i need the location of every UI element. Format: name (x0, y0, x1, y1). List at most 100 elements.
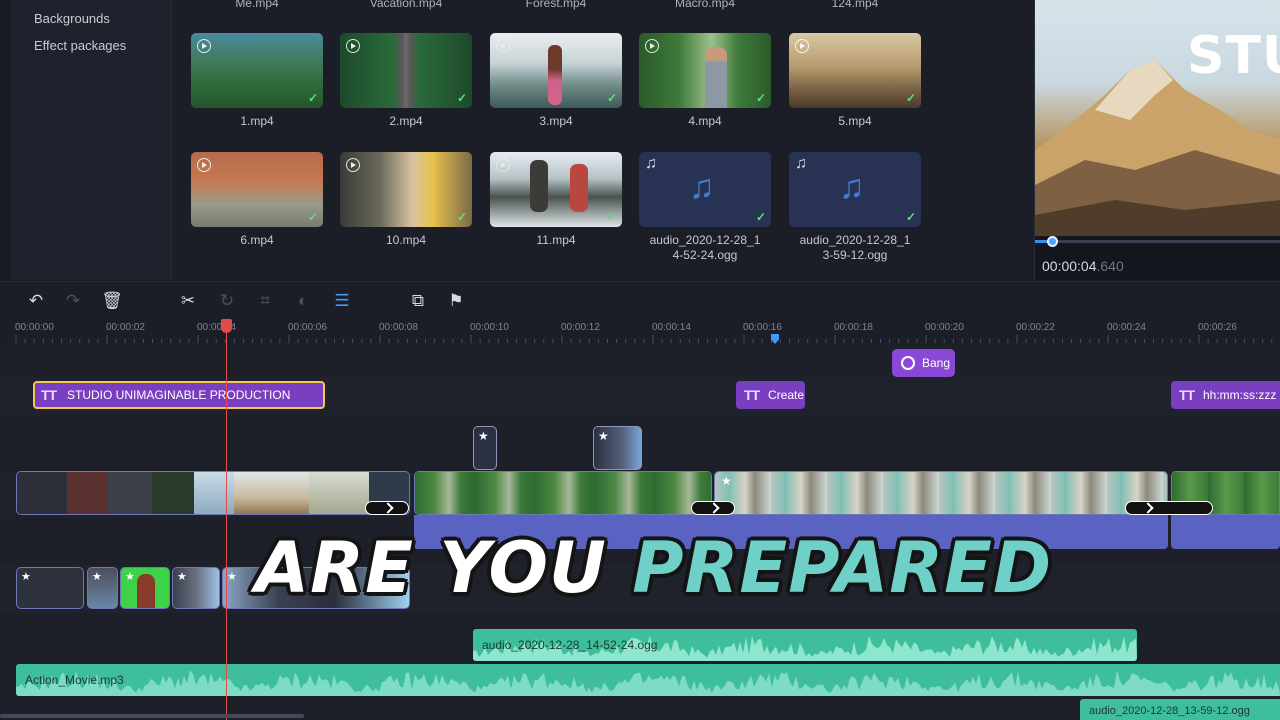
timeline-scrollbar[interactable] (0, 714, 304, 718)
clip-properties-icon[interactable]: ☰ (331, 290, 353, 312)
transition-marker[interactable] (691, 501, 735, 515)
ruler-label: 00:00:12 (561, 322, 600, 333)
overlay-clip[interactable]: ★ (16, 567, 84, 609)
overlay-clip[interactable]: ★ (120, 567, 170, 609)
star-icon: ★ (92, 571, 102, 583)
ruler-label: 00:00:02 (106, 322, 145, 333)
audio-clip[interactable]: audio_2020-12-28_13-59-12.ogg (1080, 699, 1280, 720)
media-thumbnail[interactable]: ✓ (490, 33, 622, 108)
title-clip[interactable]: TT hh:mm:ss:zzz (1171, 381, 1280, 409)
check-icon: ✓ (755, 210, 766, 224)
sidebar-item-backgrounds[interactable]: Backgrounds (34, 11, 110, 26)
video-clip[interactable] (414, 471, 712, 515)
star-icon: ★ (125, 571, 135, 583)
video-clip[interactable] (16, 471, 410, 515)
ruler-label: 00:00:22 (1016, 322, 1055, 333)
ruler-label: 00:00:18 (834, 322, 873, 333)
audio-clip[interactable]: Action_Movie.mp3 (16, 664, 1280, 696)
ruler-label: 00:00:08 (379, 322, 418, 333)
file-caption: Forest.mp4 (525, 0, 587, 10)
undo-icon[interactable]: ↶ (25, 290, 47, 312)
play-icon (197, 158, 211, 172)
overlay-icon[interactable]: ⧉ (407, 290, 429, 312)
title-clip[interactable]: TT STUDIO UNIMAGINABLE PRODUCTION (33, 381, 325, 409)
check-icon: ✓ (905, 210, 916, 224)
file-caption: audio_2020-12-28_1 3-59-12.ogg (799, 233, 911, 262)
media-thumbnail[interactable]: ✓ (191, 33, 323, 108)
sticker-clip[interactable]: ★ (593, 426, 642, 470)
video-caption-overlay: ARE YOU PREPARED (255, 527, 1053, 609)
preview-overlay-text: STU (1187, 26, 1280, 86)
sticker-clip[interactable]: ★ (473, 426, 497, 470)
file-caption: 5.mp4 (838, 114, 872, 128)
media-thumbnail[interactable]: ✓ (340, 152, 472, 227)
clip-audio-bar[interactable] (1171, 515, 1280, 549)
preview-scrubber-handle[interactable] (1047, 236, 1058, 247)
person-figure (705, 47, 727, 108)
play-icon (197, 39, 211, 53)
play-icon (346, 39, 360, 53)
star-icon: ★ (21, 571, 31, 583)
sidebar-edge (0, 0, 11, 280)
audio-clip[interactable]: audio_2020-12-28_14-52-24.ogg (473, 629, 1137, 661)
file-caption: 3.mp4 (539, 114, 573, 128)
check-icon: ✓ (905, 91, 916, 105)
cut-icon[interactable]: ✂ (177, 290, 199, 312)
person-figure (530, 160, 548, 212)
playhead-line[interactable] (226, 319, 227, 720)
play-icon (795, 39, 809, 53)
check-icon: ✓ (606, 91, 617, 105)
audio-waveform (16, 670, 1280, 696)
music-note-icon: ♫ (839, 168, 865, 206)
crop-icon[interactable]: ⌗ (254, 290, 276, 312)
ruler-label: 00:00:00 (15, 322, 54, 333)
media-thumbnail[interactable]: ✓ (340, 33, 472, 108)
effect-clip-bang[interactable]: Bang (892, 349, 955, 377)
ruler-label: 00:00:16 (743, 322, 782, 333)
check-icon: ✓ (307, 210, 318, 224)
delete-icon[interactable]: 🗑 (101, 290, 123, 312)
play-icon (496, 158, 510, 172)
file-caption: Macro.mp4 (674, 0, 736, 10)
check-icon: ✓ (755, 91, 766, 105)
file-caption: Me.mp4 (235, 0, 279, 10)
file-caption: 4.mp4 (688, 114, 722, 128)
transition-marker[interactable] (365, 501, 409, 515)
title-icon: TT (744, 387, 760, 403)
preview-frame: STU (1035, 0, 1280, 236)
redo-icon[interactable]: ↷ (62, 290, 84, 312)
audio-thumbnail[interactable]: ♫ ♫ ✓ (639, 152, 771, 227)
title-icon: TT (1179, 387, 1195, 403)
media-thumbnail[interactable]: ✓ (789, 33, 921, 108)
playhead-handle[interactable] (221, 319, 232, 333)
media-library: Me.mp4 Vacation.mp4 Forest.mp4 Macro.mp4… (173, 0, 1033, 280)
timeline-ruler[interactable]: 00:00:00 00:00:02 00:00:04 00:00:06 00:0… (0, 319, 1280, 343)
play-icon (645, 39, 659, 53)
title-icon: TT (41, 387, 57, 403)
audio-thumbnail[interactable]: ♫ ♫ ✓ (789, 152, 921, 227)
check-icon: ✓ (307, 91, 318, 105)
overlay-clip[interactable]: ★ (87, 567, 118, 609)
media-thumbnail[interactable]: ✓ (639, 33, 771, 108)
ruler-label: 00:00:06 (288, 322, 327, 333)
media-thumbnail[interactable]: ✓ (191, 152, 323, 227)
rotate-icon[interactable]: ↻ (216, 290, 238, 312)
transition-marker[interactable] (1125, 501, 1213, 515)
ruler-label: 00:00:14 (652, 322, 691, 333)
title-clip[interactable]: TT Create (736, 381, 805, 409)
file-caption: 124.mp4 (831, 0, 879, 10)
music-note-icon: ♫ (645, 155, 657, 172)
file-caption: 1.mp4 (240, 114, 274, 128)
sidebar: Backgrounds Effect packages (0, 0, 172, 280)
preview-scrubber[interactable] (1035, 240, 1280, 243)
color-adjust-icon[interactable]: ◐ (292, 290, 314, 312)
overlay-clip[interactable]: ★ (172, 567, 220, 609)
video-clip[interactable]: ★ (714, 471, 1168, 515)
marker-flag-icon[interactable]: ⚑ (445, 290, 467, 312)
star-icon: ★ (598, 429, 609, 443)
media-thumbnail[interactable]: ✓ (490, 152, 622, 227)
ruler-label: 00:00:10 (470, 322, 509, 333)
sidebar-item-effect-packages[interactable]: Effect packages (34, 38, 126, 53)
ruler-label: 00:00:20 (925, 322, 964, 333)
preview-timecode: 00:00:04.640 (1042, 258, 1124, 274)
